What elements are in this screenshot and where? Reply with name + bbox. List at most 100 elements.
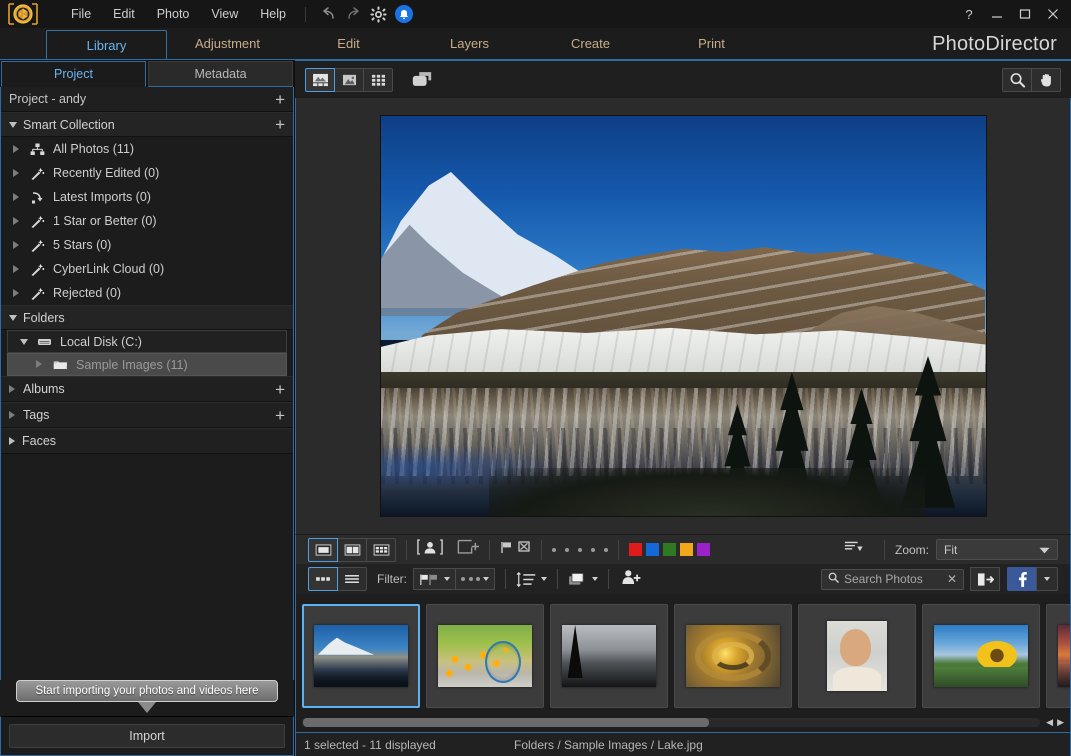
- list-view-button[interactable]: [337, 567, 367, 591]
- tab-project[interactable]: Project: [1, 61, 146, 87]
- section-faces[interactable]: Faces: [1, 428, 293, 454]
- flag-icon[interactable]: [500, 540, 514, 559]
- settings-gear-icon[interactable]: [368, 3, 390, 25]
- scroll-right-button[interactable]: ▶: [1057, 717, 1064, 728]
- thumbnail-portrait-woman[interactable]: [798, 604, 916, 708]
- sort-order-button[interactable]: [516, 571, 547, 587]
- rating-dot[interactable]: [552, 547, 556, 552]
- module-tab-adjustment[interactable]: Adjustment: [167, 28, 288, 59]
- facebook-share-button[interactable]: [1007, 567, 1037, 591]
- zoom-tool-button[interactable]: [1002, 68, 1032, 92]
- face-tag-icon[interactable]: [417, 539, 443, 560]
- thumbnail-lake[interactable]: [302, 604, 420, 708]
- smart-item-latest-imports[interactable]: Latest Imports (0): [1, 185, 293, 209]
- rating-dot[interactable]: [604, 547, 608, 552]
- color-label-blue[interactable]: [646, 543, 659, 556]
- thumbnail-image: [438, 625, 532, 687]
- rating-dot[interactable]: [578, 547, 582, 552]
- share-dropdown-button[interactable]: [1036, 567, 1058, 591]
- maximize-button[interactable]: [1011, 0, 1039, 28]
- sort-list-icon[interactable]: [844, 540, 864, 559]
- face-add-icon[interactable]: [621, 569, 641, 590]
- scrollbar-thumb[interactable]: [303, 717, 709, 727]
- add-album-button[interactable]: +: [275, 381, 285, 398]
- viewer-grid-mode-button[interactable]: [363, 67, 393, 92]
- undo-icon[interactable]: [318, 3, 340, 25]
- close-button[interactable]: [1039, 0, 1067, 28]
- smart-item-cyberlink-cloud[interactable]: CyberLink Cloud (0): [1, 257, 293, 281]
- filter-more-button[interactable]: [455, 568, 495, 590]
- redo-icon[interactable]: [343, 3, 365, 25]
- color-label-purple[interactable]: [697, 543, 710, 556]
- photo-preview-area[interactable]: [295, 98, 1071, 534]
- smart-item-rejected[interactable]: Rejected (0): [1, 281, 293, 305]
- section-tags[interactable]: Tags +: [1, 402, 293, 428]
- preview-photo[interactable]: [380, 116, 986, 516]
- pan-tool-button[interactable]: [1031, 68, 1061, 92]
- section-folders[interactable]: Folders: [1, 305, 293, 330]
- single-view-button[interactable]: [308, 537, 338, 562]
- filter-flag-button[interactable]: [413, 568, 456, 590]
- clear-search-icon[interactable]: ✕: [947, 572, 957, 586]
- multi-view-button[interactable]: [366, 537, 396, 562]
- add-project-button[interactable]: +: [275, 91, 285, 108]
- color-label-yellow[interactable]: [680, 543, 693, 556]
- smart-item-recently-edited[interactable]: Recently Edited (0): [1, 161, 293, 185]
- scroll-left-button[interactable]: ◀: [1046, 717, 1053, 728]
- rating-stars[interactable]: [552, 547, 608, 552]
- search-input[interactable]: Search Photos ✕: [821, 568, 964, 590]
- filter-buttons: [413, 568, 495, 590]
- add-region-icon[interactable]: [457, 539, 479, 560]
- add-smart-collection-button[interactable]: +: [275, 116, 285, 133]
- filmstrip-scrollbar[interactable]: ◀ ▶: [295, 712, 1071, 732]
- import-button[interactable]: Import: [9, 724, 285, 748]
- smart-item-5-stars[interactable]: 5 Stars (0): [1, 233, 293, 257]
- viewer-compare-mode-button[interactable]: [405, 68, 439, 92]
- folder-item-sample-images[interactable]: Sample Images (11): [7, 353, 287, 376]
- chevron-down-icon: [9, 121, 17, 128]
- menu-item-help[interactable]: Help: [249, 0, 297, 28]
- section-smart-collection[interactable]: Smart Collection +: [1, 112, 293, 137]
- thumbnail-bike[interactable]: [426, 604, 544, 708]
- zoom-select[interactable]: Fit: [936, 539, 1058, 560]
- menu-item-edit[interactable]: Edit: [102, 0, 146, 28]
- module-tab-layers[interactable]: Layers: [409, 28, 530, 59]
- thumbnail-bw-beach[interactable]: [550, 604, 668, 708]
- selection-status: 1 selected - 11 displayed: [304, 737, 436, 752]
- menu-item-file[interactable]: File: [60, 0, 102, 28]
- tab-metadata[interactable]: Metadata: [148, 61, 293, 87]
- chevron-right-icon: [13, 264, 20, 274]
- stack-button[interactable]: [568, 572, 598, 587]
- thumbnail-view-button[interactable]: [308, 567, 338, 591]
- folder-item-local-disk[interactable]: Local Disk (C:): [7, 330, 287, 353]
- minimize-button[interactable]: [983, 0, 1011, 28]
- reject-flag-icon[interactable]: [517, 540, 531, 559]
- module-tab-create[interactable]: Create: [530, 28, 651, 59]
- module-tab-library[interactable]: Library: [46, 30, 167, 59]
- thumbnail-spiral-stairs[interactable]: [674, 604, 792, 708]
- viewer-filmstrip-mode-button[interactable]: [305, 67, 335, 92]
- viewer-single-mode-button[interactable]: [334, 67, 364, 92]
- photo-filmstrip[interactable]: [295, 594, 1071, 712]
- zoom-label: Zoom:: [894, 542, 929, 557]
- thumbnail-sunflower[interactable]: [922, 604, 1040, 708]
- module-tab-edit[interactable]: Edit: [288, 28, 409, 59]
- smart-item-1-star-or-better[interactable]: 1 Star or Better (0): [1, 209, 293, 233]
- help-button[interactable]: ?: [955, 0, 983, 28]
- chevron-down-icon: [483, 577, 489, 581]
- menu-item-photo[interactable]: Photo: [146, 0, 201, 28]
- smart-item-all-photos[interactable]: All Photos (11): [1, 137, 293, 161]
- section-albums[interactable]: Albums +: [1, 376, 293, 402]
- add-tag-button[interactable]: +: [275, 407, 285, 424]
- color-label-red[interactable]: [629, 543, 642, 556]
- export-button[interactable]: [970, 567, 1000, 591]
- menu-item-view[interactable]: View: [200, 0, 249, 28]
- scrollbar-track[interactable]: [302, 717, 1041, 727]
- rating-dot[interactable]: [591, 547, 595, 552]
- module-tab-print[interactable]: Print: [651, 28, 772, 59]
- thumbnail-sunset[interactable]: [1046, 604, 1070, 708]
- compare-view-button[interactable]: [337, 537, 367, 562]
- color-label-green[interactable]: [663, 543, 676, 556]
- rating-dot[interactable]: [565, 547, 569, 552]
- notification-bell-icon[interactable]: [393, 3, 415, 25]
